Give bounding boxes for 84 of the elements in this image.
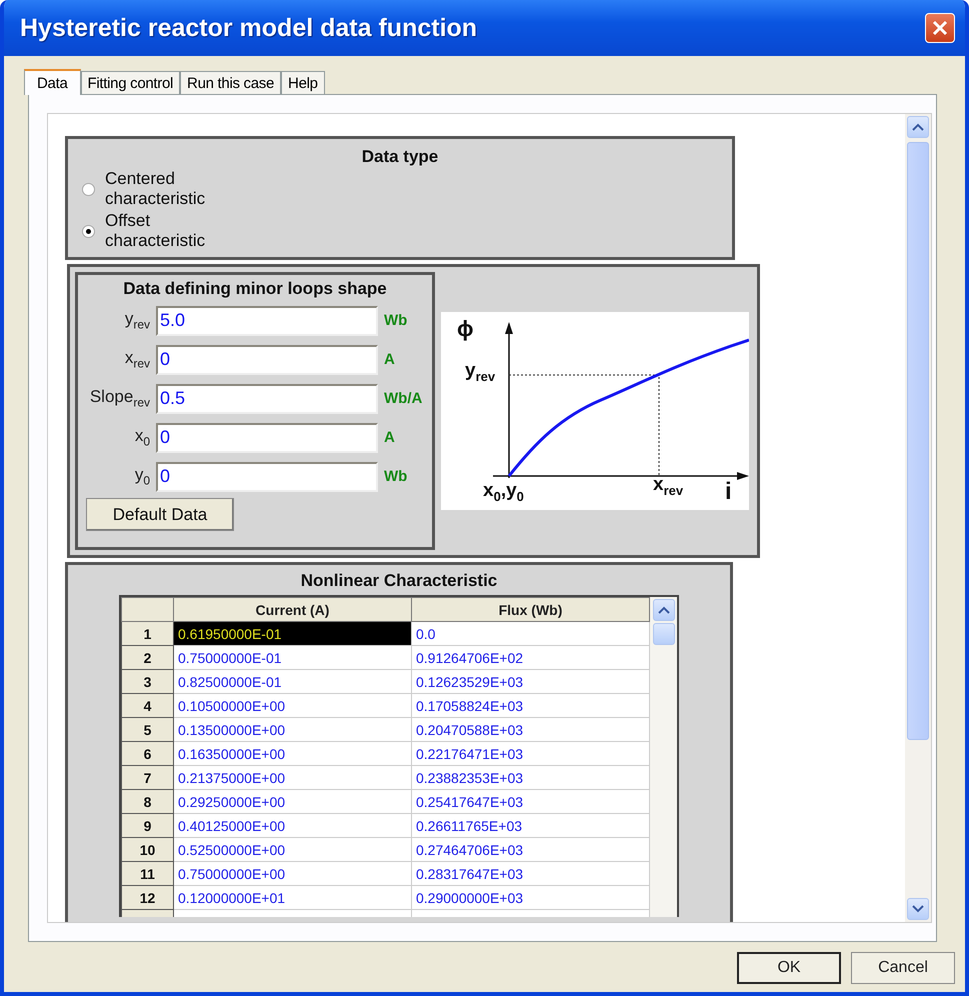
radio-label: Centered characteristic (105, 169, 206, 209)
table-cell[interactable]: 0.27464706E+03 (412, 838, 650, 862)
table-cell[interactable]: 0.26611765E+03 (412, 814, 650, 838)
column-header[interactable]: Flux (Wb) (412, 598, 650, 622)
scroll-thumb[interactable] (652, 623, 674, 645)
row-header[interactable]: 11 (122, 862, 174, 886)
row-header[interactable]: 5 (122, 718, 174, 742)
table-cell[interactable]: 0.17058824E+03 (412, 694, 650, 718)
table-cell[interactable]: 0.25417647E+03 (412, 790, 650, 814)
table-cell[interactable]: 0.52500000E+00 (174, 838, 412, 862)
diagram-label: y$_{rev}$ (465, 360, 496, 384)
unit-label: Wb (384, 312, 408, 329)
table-cell[interactable]: 0.40125000E+00 (174, 814, 412, 838)
diagram-label: x$_{0}$,y$_{0}$ (483, 480, 524, 504)
tab[interactable]: Help (281, 71, 325, 94)
table-cell[interactable]: 0.91264706E+02 (412, 646, 650, 670)
chevron-up-icon (912, 123, 924, 131)
diagram-label: ϕ (457, 316, 474, 342)
scroll-down-button[interactable] (907, 898, 929, 920)
row-header[interactable]: 4 (122, 694, 174, 718)
input-field[interactable]: 0 (156, 344, 378, 374)
chevron-down-icon (912, 905, 924, 913)
table-cell[interactable]: 0.21375000E+00 (174, 766, 412, 790)
table-cell[interactable]: 0.23882353E+03 (412, 766, 650, 790)
table-cell[interactable]: 0.75000000E+00 (174, 862, 412, 886)
panel-title: Nonlinear Characteristic (300, 571, 498, 591)
unit-label: Wb (384, 468, 408, 485)
input-field[interactable]: 0 (156, 462, 378, 492)
table-cell[interactable]: 0.0 (412, 622, 650, 646)
table-cell[interactable]: 0.82500000E-01 (174, 670, 412, 694)
radio-button[interactable] (82, 182, 95, 196)
table-cell[interactable]: 0.12623529E+03 (412, 670, 650, 694)
group-title: Data defining minor loops shape (122, 279, 388, 299)
table-cell[interactable]: 0.10500000E+00 (174, 694, 412, 718)
cancel-button[interactable]: Cancel (851, 952, 955, 984)
close-button[interactable] (925, 13, 955, 43)
table-cell[interactable]: 0.16350000E+00 (174, 742, 412, 766)
table-cell[interactable]: 0.29250000E+00 (174, 790, 412, 814)
corner-header (122, 598, 174, 622)
tab[interactable]: Fitting control (80, 71, 180, 94)
row-header[interactable]: 7 (122, 766, 174, 790)
default-data-button[interactable]: Default Data (86, 498, 234, 531)
diagram-label: i (725, 478, 732, 506)
table-cell[interactable]: 0.20470588E+03 (412, 718, 650, 742)
table-cell[interactable]: 0.61950000E-01 (174, 622, 412, 646)
ok-button[interactable]: OK (737, 952, 841, 984)
row-header[interactable]: 6 (122, 742, 174, 766)
field-label: x$_{rev}$ (124, 348, 150, 371)
table-cell[interactable]: 0.29000000E+03 (412, 886, 650, 910)
scroll-thumb[interactable] (907, 142, 929, 740)
row-header[interactable]: 3 (122, 670, 174, 694)
panel-title: Data type (360, 147, 440, 167)
radio-label: Offset characteristic (105, 211, 206, 251)
tab[interactable]: Data (24, 69, 80, 95)
row-header[interactable]: 12 (122, 886, 174, 910)
radio-button[interactable] (82, 224, 95, 238)
unit-label: Wb/A (384, 390, 422, 407)
row-header[interactable]: 2 (122, 646, 174, 670)
tab[interactable]: Run this case (180, 71, 282, 94)
table-cell[interactable]: 0.28317647E+03 (412, 862, 650, 886)
input-field[interactable]: 5.0 (156, 306, 378, 336)
row-header[interactable]: 1 (122, 622, 174, 646)
scroll-up-button[interactable] (907, 116, 929, 138)
column-header[interactable]: Current (A) (174, 598, 412, 622)
row-header[interactable]: 8 (122, 790, 174, 814)
unit-label: A (384, 351, 395, 368)
scroll-up-button[interactable] (652, 599, 674, 621)
input-field[interactable]: 0.5 (156, 384, 378, 414)
table-cell[interactable]: 0.12000000E+01 (174, 886, 412, 910)
field-label: Slope$_{rev}$ (88, 387, 150, 410)
table-cell[interactable]: 0.22176471E+03 (412, 742, 650, 766)
input-field[interactable]: 0 (156, 422, 378, 452)
field-label: x$_{0}$ (134, 426, 150, 449)
row-header[interactable]: 9 (122, 814, 174, 838)
row-header[interactable]: 10 (122, 838, 174, 862)
table-cell[interactable]: 0.75000000E-01 (174, 646, 412, 670)
field-label: y$_{rev}$ (124, 309, 150, 332)
diagram-label: x$_{rev}$ (653, 474, 684, 498)
unit-label: A (384, 429, 395, 446)
window-title: Hysteretic reactor model data function (20, 14, 478, 42)
chevron-up-icon (658, 606, 670, 614)
table-cell[interactable]: 0.13500000E+00 (174, 718, 412, 742)
close-icon (931, 19, 949, 37)
field-label: y$_{0}$ (134, 465, 150, 488)
